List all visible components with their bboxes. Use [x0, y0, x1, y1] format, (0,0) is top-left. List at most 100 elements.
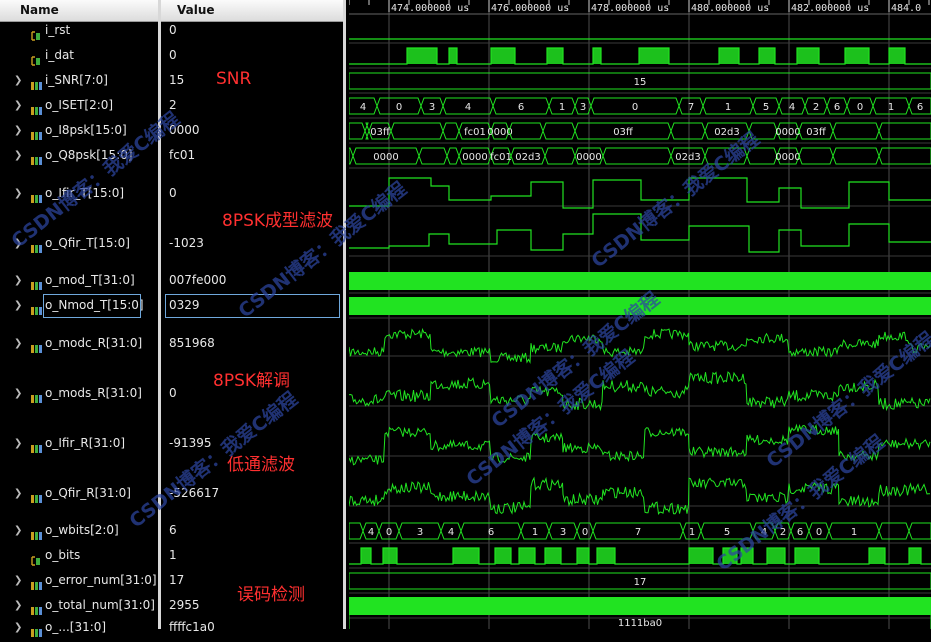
expand-chevron-icon[interactable]: ❯: [14, 575, 22, 586]
o-bits-wave-fill: [453, 548, 479, 564]
expand-chevron-icon[interactable]: ❯: [14, 275, 22, 286]
o-bits-wave-fill: [519, 548, 535, 564]
expand-chevron-icon[interactable]: ❯: [14, 150, 22, 161]
iset-wave-label: 4: [360, 102, 366, 113]
bus-signal-icon: [31, 623, 42, 637]
snr-wave-label: 15: [634, 77, 647, 88]
signal-name[interactable]: o_error_num[31:0]: [45, 573, 157, 587]
signal-name[interactable]: o_Ifir_R[31:0]: [45, 436, 125, 450]
signal-name[interactable]: o_Qfir_T[15:0]: [45, 236, 130, 250]
i8psk-wave-label: 03ff: [370, 127, 391, 138]
signal-value: 2955: [169, 598, 200, 612]
o-bits-wave-fill: [597, 548, 615, 564]
iset-wave-label: 6: [834, 102, 840, 113]
iset-wave-label: 4: [465, 102, 471, 113]
i8psk-wave-segment: [878, 122, 931, 140]
expand-chevron-icon[interactable]: ❯: [14, 622, 22, 633]
signal-name[interactable]: o_mod_T[31:0]: [45, 273, 135, 287]
q8psk-wave-label: 02d3: [675, 152, 700, 163]
expand-chevron-icon[interactable]: ❯: [14, 600, 22, 611]
panel-splitter[interactable]: [343, 0, 346, 629]
signal-value: 007fe000: [169, 273, 227, 287]
iset-wave-label: 0: [857, 102, 863, 113]
wbits-wave-segment: [349, 522, 364, 540]
expand-chevron-icon[interactable]: ❯: [14, 488, 22, 499]
name-value-splitter[interactable]: [158, 0, 161, 629]
signal-name[interactable]: o_total_num[31:0]: [45, 598, 155, 612]
bus-signal-icon: [31, 601, 42, 615]
bus-signal-icon: [31, 151, 42, 165]
time-label: 482.000000 us: [791, 3, 869, 14]
signal-name[interactable]: o_wbits[2:0]: [45, 523, 119, 537]
signal-row[interactable]: i_dat 0: [0, 48, 346, 66]
signal-row[interactable]: ❯ o_wbits[2:0] 6: [0, 523, 346, 540]
bit-signal-icon: [31, 26, 41, 41]
wbits-wave-label: 3: [417, 527, 423, 538]
q8psk-wave-segment: [878, 147, 931, 165]
signal-row[interactable]: o_bits 1: [0, 548, 346, 566]
name-column-header[interactable]: Name: [20, 3, 59, 17]
signal-name[interactable]: o_ISET[2:0]: [45, 98, 113, 112]
wbits-wave-label: 0: [582, 527, 588, 538]
expand-chevron-icon[interactable]: ❯: [14, 388, 22, 399]
expand-chevron-icon[interactable]: ❯: [14, 438, 22, 449]
iset-wave-label: 2: [813, 102, 819, 113]
signal-row[interactable]: ❯ o_...[31:0] ffffc1a0: [0, 620, 346, 637]
expand-chevron-icon[interactable]: ❯: [14, 188, 22, 199]
wbits-wave-label: 0: [816, 527, 822, 538]
value-column-header[interactable]: Value: [177, 3, 215, 17]
expand-chevron-icon[interactable]: ❯: [14, 75, 22, 86]
signal-name[interactable]: i_rst: [45, 23, 70, 37]
signal-name[interactable]: i_dat: [45, 48, 74, 62]
wbits-wave-label: 5: [724, 527, 730, 538]
signal-name[interactable]: o_bits: [45, 548, 80, 562]
expand-chevron-icon[interactable]: ❯: [14, 100, 22, 111]
ifir-t-wave: [349, 177, 931, 209]
bus-signal-icon: [31, 276, 42, 290]
q8psk-wave-segment: [798, 147, 834, 165]
signal-row[interactable]: i_rst 0: [0, 23, 346, 41]
signal-name[interactable]: o_modc_R[31:0]: [45, 336, 142, 350]
i-dat-wave-fill: [759, 48, 775, 64]
signal-name[interactable]: o_Qfir_R[31:0]: [45, 486, 131, 500]
signal-row[interactable]: ❯ o_Nmod_T[15:0] 0329: [0, 294, 346, 318]
expand-chevron-icon[interactable]: ❯: [14, 300, 22, 311]
o-bits-wave-fill: [795, 548, 819, 564]
expand-chevron-icon[interactable]: ❯: [14, 525, 22, 536]
q8psk-wave-segment: [446, 147, 460, 165]
wbits-wave-label: 6: [797, 527, 803, 538]
signal-name[interactable]: o_mods_R[31:0]: [45, 386, 142, 400]
annotation-label: 误码检测: [237, 585, 305, 605]
i8psk-wave-label: 0000: [487, 127, 512, 138]
signal-row[interactable]: ❯ o_modc_R[31:0] 851968: [0, 336, 346, 353]
iset-wave-label: 3: [580, 102, 586, 113]
q8psk-wave-label: fc01: [490, 152, 512, 163]
mod-t-wave: [349, 272, 931, 290]
signal-row[interactable]: ❯ i_SNR[7:0] 15: [0, 73, 346, 90]
o-bits-wave: [349, 547, 931, 565]
signal-name[interactable]: o_...[31:0]: [45, 620, 106, 634]
bus-signal-icon: [31, 101, 42, 115]
signal-value: ffffc1a0: [169, 620, 215, 634]
signal-value: 15: [169, 73, 185, 87]
signal-name[interactable]: o_I8psk[15:0]: [45, 123, 127, 137]
q8psk-wave-segment: [349, 147, 354, 165]
q8psk-wave-label: 0000: [775, 152, 800, 163]
bus-signal-icon: [31, 126, 42, 140]
expand-chevron-icon[interactable]: ❯: [14, 338, 22, 349]
i8psk-wave-segment: [832, 122, 880, 140]
q8psk-wave-segment: [544, 147, 576, 165]
i8psk-wave-segment: [670, 122, 706, 140]
signal-name[interactable]: i_SNR[7:0]: [45, 73, 108, 87]
signal-row[interactable]: ❯ o_Qfir_T[15:0] -1023: [0, 236, 346, 253]
signal-row[interactable]: ❯ o_Q8psk[15:0] fc01: [0, 148, 346, 165]
o-bits-wave-fill: [577, 548, 589, 564]
expand-chevron-icon[interactable]: ❯: [14, 125, 22, 136]
i-dat-wave-fill: [889, 48, 905, 64]
time-label: 484.0: [891, 3, 921, 14]
bus-signal-icon: [31, 76, 42, 90]
i8psk-wave-segment: [390, 122, 444, 140]
signal-value: 0: [169, 386, 177, 400]
iset-wave-label: 6: [518, 102, 524, 113]
bus-signal-icon: [31, 576, 42, 590]
